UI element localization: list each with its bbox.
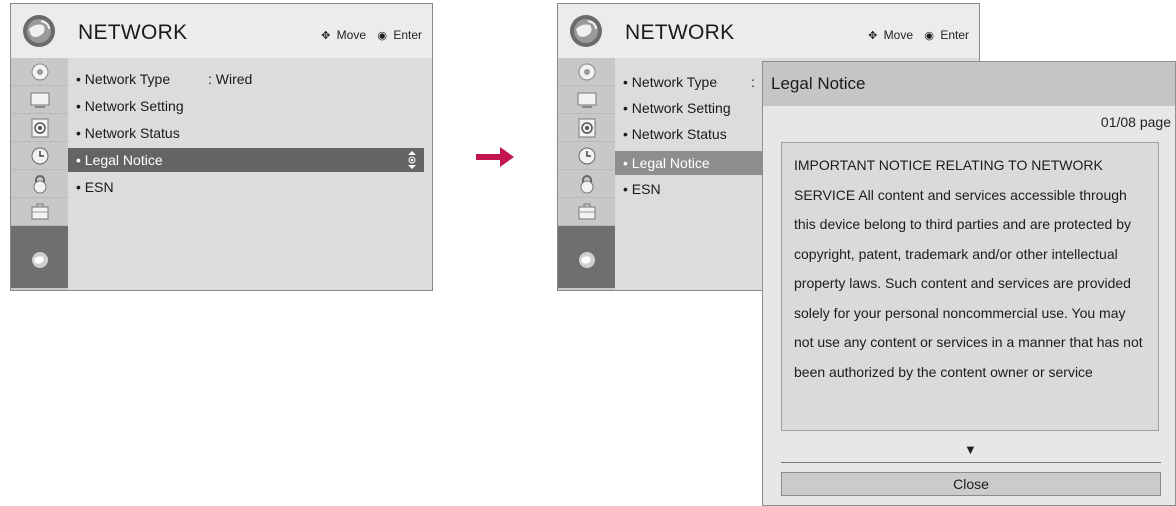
item-label: • ESN (76, 179, 114, 195)
satellite-dish-icon[interactable] (11, 58, 68, 86)
network-type-value: : (751, 74, 755, 90)
key-hints: ✥ Move ◉ Enter (865, 28, 969, 42)
legal-notice-dialog: Legal Notice 01/08 page IMPORTANT NOTICE… (762, 61, 1176, 506)
right-arrow-icon (476, 147, 514, 167)
lock-icon[interactable] (558, 170, 615, 198)
speaker-icon[interactable] (11, 114, 68, 142)
toolbox-icon[interactable] (11, 198, 68, 226)
item-label: • Network Status (623, 126, 727, 142)
speaker-icon[interactable] (558, 114, 615, 142)
up-down-selector-icon (408, 151, 416, 169)
menu-item-legal-notice[interactable]: • Legal Notice (68, 148, 424, 172)
network-globe-icon[interactable] (558, 226, 615, 288)
legal-text: IMPORTANT NOTICE RELATING TO NETWORK SER… (794, 157, 1143, 380)
item-label: • ESN (623, 181, 661, 197)
legal-text-box[interactable]: IMPORTANT NOTICE RELATING TO NETWORK SER… (781, 142, 1159, 431)
lock-icon[interactable] (11, 170, 68, 198)
network-globe-icon (570, 15, 602, 47)
menu-title: NETWORK (78, 21, 188, 44)
network-menu-left: NETWORK ✥ Move ◉ Enter • Network Type : … (10, 3, 433, 291)
item-label: • Network Setting (76, 98, 184, 114)
key-hints: ✥ Move ◉ Enter (318, 28, 422, 42)
close-button[interactable]: Close (781, 472, 1161, 496)
dialog-title: Legal Notice (771, 74, 866, 93)
item-label: • Network Type (623, 74, 718, 90)
menu-item-network-status[interactable]: • Network Status (68, 121, 432, 145)
page-indicator: 01/08 page (1100, 114, 1171, 130)
item-label: • Network Setting (623, 100, 731, 116)
menu-item-network-setting[interactable]: • Network Setting (68, 94, 432, 118)
menu-item-network-type[interactable]: • Network Type : Wired (68, 67, 432, 91)
move-hint: Move (883, 28, 914, 42)
enter-hint: Enter (940, 28, 969, 42)
menu-title: NETWORK (625, 21, 735, 44)
tv-screen-icon[interactable] (558, 86, 615, 114)
clock-icon[interactable] (11, 142, 68, 170)
clock-icon[interactable] (558, 142, 615, 170)
menu-body (68, 58, 432, 290)
network-globe-icon[interactable] (11, 226, 68, 288)
menu-item-esn[interactable]: • ESN (68, 175, 432, 199)
menu-header: NETWORK ✥ Move ◉ Enter (11, 4, 432, 59)
item-label: • Legal Notice (623, 155, 710, 171)
toolbox-icon[interactable] (558, 198, 615, 226)
circle-dot-icon: ◉ (377, 30, 387, 42)
divider (781, 462, 1161, 463)
item-label: • Network Status (76, 125, 180, 141)
four-way-arrow-icon: ✥ (321, 30, 331, 42)
circle-dot-icon: ◉ (924, 30, 934, 42)
menu-header: NETWORK ✥ Move ◉ Enter (558, 4, 979, 59)
scroll-down-icon[interactable]: ▼ (964, 442, 977, 457)
four-way-arrow-icon: ✥ (868, 30, 878, 42)
item-label: • Network Type (76, 71, 171, 87)
enter-hint: Enter (393, 28, 422, 42)
item-label: • Legal Notice (76, 152, 163, 168)
tv-screen-icon[interactable] (11, 86, 68, 114)
network-globe-icon (23, 15, 55, 47)
move-hint: Move (336, 28, 367, 42)
satellite-dish-icon[interactable] (558, 58, 615, 86)
dialog-header: Legal Notice (763, 62, 1175, 106)
network-type-value: : Wired (208, 71, 253, 87)
text-fade-overlay (782, 394, 1158, 430)
